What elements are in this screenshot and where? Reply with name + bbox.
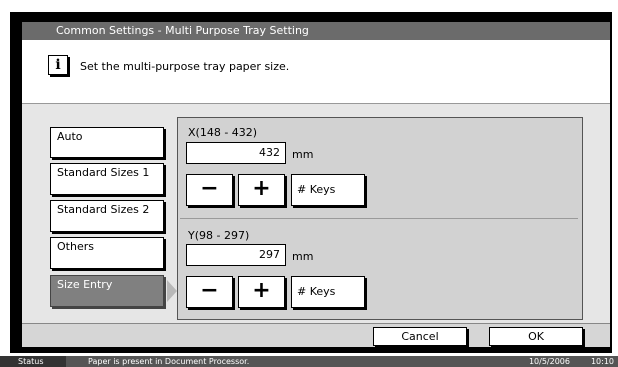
x-keys-button[interactable]: # Keys — [291, 174, 365, 206]
standard-sizes-2-label: Standard Sizes 2 — [57, 203, 150, 216]
size-entry-button[interactable]: Size Entry — [50, 275, 164, 307]
plus-icon: + — [252, 278, 271, 303]
x-keys-label: # Keys — [297, 183, 336, 196]
y-keys-button[interactable]: # Keys — [291, 276, 365, 308]
selection-arrow-icon — [167, 280, 177, 302]
standard-sizes-2-button[interactable]: Standard Sizes 2 — [50, 200, 164, 232]
others-button[interactable]: Others — [50, 237, 164, 269]
size-entry-label: Size Entry — [57, 278, 113, 291]
x-unit: mm — [292, 148, 314, 161]
y-unit: mm — [292, 250, 314, 263]
status-bar: Status Paper is present in Document Proc… — [0, 356, 618, 367]
y-range-label: Y(98 - 297) — [188, 229, 250, 242]
window-title: Common Settings - Multi Purpose Tray Set… — [22, 22, 610, 40]
status-message: Paper is present in Document Processor. — [88, 357, 250, 366]
x-value-field[interactable]: 432 — [186, 142, 286, 164]
x-decrement-button[interactable]: − — [186, 174, 233, 206]
ok-button[interactable]: OK — [489, 327, 583, 346]
status-time: 10:10 — [590, 357, 614, 366]
status-button[interactable]: Status — [0, 356, 66, 367]
auto-button[interactable]: Auto — [50, 127, 164, 158]
others-label: Others — [57, 240, 94, 253]
y-increment-button[interactable]: + — [238, 276, 285, 308]
x-range-label: X(148 - 432) — [188, 126, 258, 139]
plus-icon: + — [252, 176, 271, 201]
message-bar: i Set the multi-purpose tray paper size. — [22, 40, 610, 104]
minus-icon: − — [200, 278, 219, 303]
minus-icon: − — [200, 176, 219, 201]
y-value-field[interactable]: 297 — [186, 244, 286, 266]
standard-sizes-1-label: Standard Sizes 1 — [57, 166, 150, 179]
y-decrement-button[interactable]: − — [186, 276, 233, 308]
info-icon: i — [48, 55, 68, 75]
message-text: Set the multi-purpose tray paper size. — [80, 60, 290, 73]
y-keys-label: # Keys — [297, 285, 336, 298]
cancel-button[interactable]: Cancel — [373, 327, 467, 346]
standard-sizes-1-button[interactable]: Standard Sizes 1 — [50, 163, 164, 195]
x-increment-button[interactable]: + — [238, 174, 285, 206]
status-date: 10/5/2006 — [528, 357, 570, 366]
auto-button-label: Auto — [57, 130, 83, 143]
panel-divider — [180, 218, 578, 219]
